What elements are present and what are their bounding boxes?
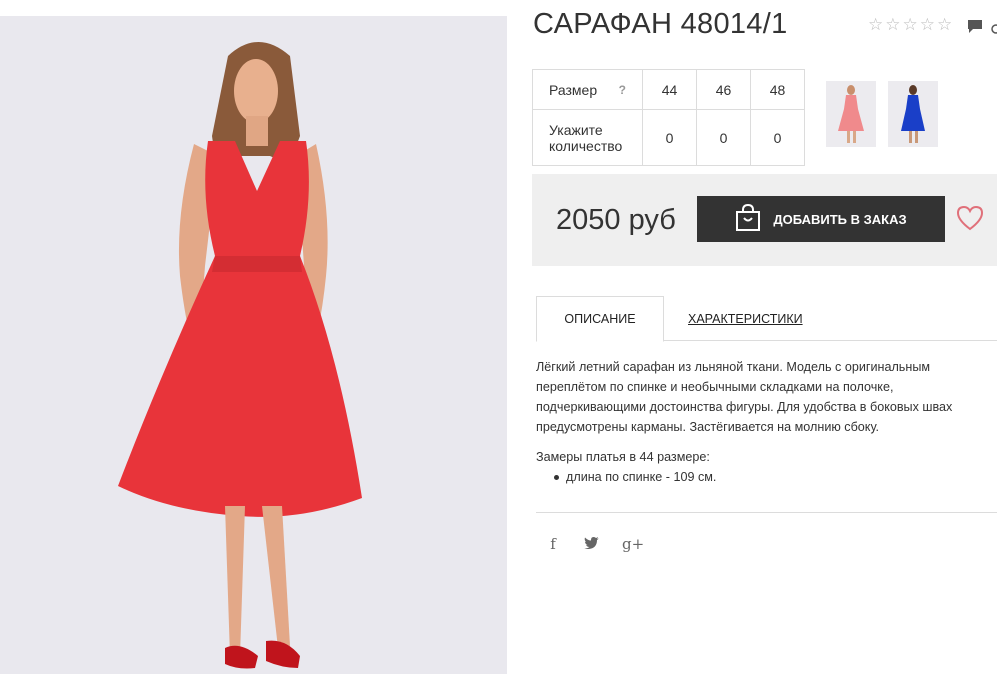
price: 2050 руб [556, 204, 676, 236]
description-text: Лёгкий летний сарафан из льняной ткани. … [536, 360, 953, 434]
tabs: ОПИСАНИЕ ХАРАКТЕРИСТИКИ [536, 296, 997, 342]
social-share: f g+ [546, 535, 644, 553]
divider [536, 512, 997, 513]
comment-count-icon [990, 20, 997, 34]
add-to-order-button[interactable]: ДОБАВИТЬ В ЗАКАЗ [697, 196, 945, 242]
quantity-label: Укажите количество [532, 109, 643, 166]
size-option: 48 [750, 69, 805, 110]
dress-bodice [205, 141, 309, 256]
price-box: 2050 руб ДОБАВИТЬ В ЗАКАЗ [532, 174, 997, 266]
measures-title: Замеры платья в 44 размере: [536, 450, 710, 464]
quantity-input[interactable]: 0 [696, 109, 751, 166]
quantity-input[interactable]: 0 [642, 109, 697, 166]
product-title: САРАФАН 48014/1 [533, 8, 788, 40]
twitter-icon[interactable] [584, 535, 599, 553]
google-plus-icon[interactable]: g+ [622, 535, 644, 553]
size-label: Размер [549, 81, 598, 98]
size-header-cell: Размер ? [532, 69, 643, 110]
star-icon[interactable]: ☆ [920, 16, 935, 33]
tab-description[interactable]: ОПИСАНИЕ [536, 296, 664, 342]
size-table: Размер ? 44 46 48 Укажите количество 0 0… [532, 69, 805, 166]
rating-stars[interactable]: ☆ ☆ ☆ ☆ ☆ [868, 16, 952, 33]
comment-icon[interactable] [967, 19, 983, 39]
size-option: 44 [642, 69, 697, 110]
list-item: длина по спинке - 109 см. [536, 467, 716, 487]
shopping-bag-icon [735, 203, 761, 235]
heart-icon[interactable] [956, 205, 984, 236]
star-icon[interactable]: ☆ [937, 16, 952, 33]
size-option: 46 [696, 69, 751, 110]
star-icon[interactable]: ☆ [868, 16, 883, 33]
tab-characteristics[interactable]: ХАРАКТЕРИСТИКИ [688, 296, 803, 342]
facebook-icon[interactable]: f [546, 535, 560, 553]
product-photo[interactable] [0, 16, 507, 674]
dress-skirt [118, 256, 362, 517]
measures: Замеры платья в 44 размере: длина по спи… [536, 447, 716, 487]
star-icon[interactable]: ☆ [903, 16, 918, 33]
color-thumbnail-pink[interactable] [826, 81, 876, 147]
quantity-input[interactable]: 0 [750, 109, 805, 166]
color-thumbnail-blue[interactable] [888, 81, 938, 147]
add-to-order-label: ДОБАВИТЬ В ЗАКАЗ [773, 211, 907, 227]
help-icon[interactable]: ? [619, 82, 626, 98]
star-icon[interactable]: ☆ [885, 16, 900, 33]
